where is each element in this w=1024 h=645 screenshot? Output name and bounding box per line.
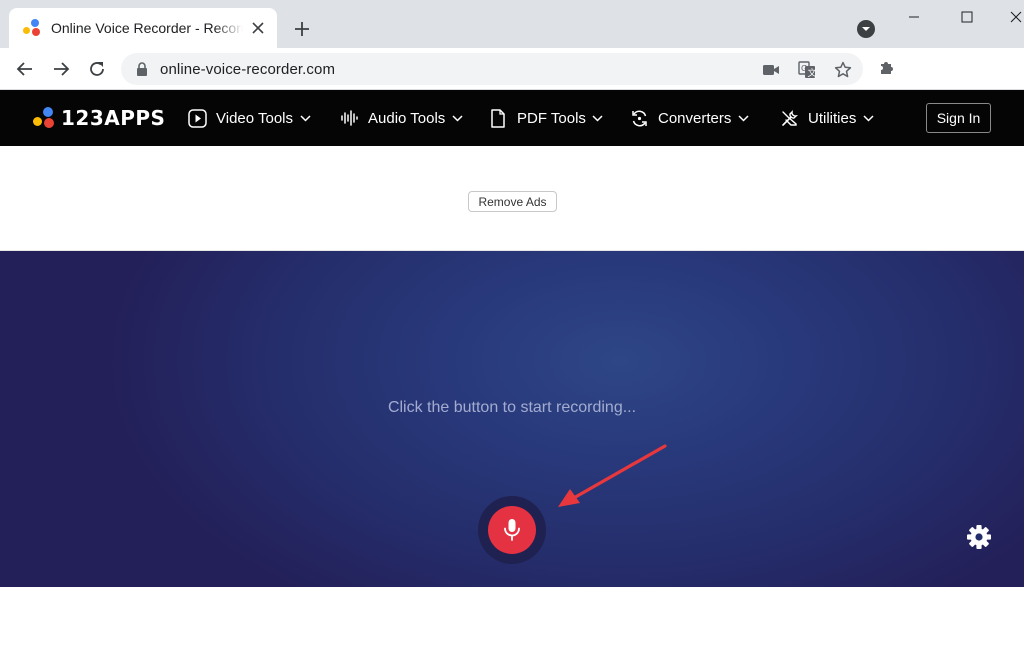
address-bar[interactable]: online-voice-recorder.com 文G (121, 53, 863, 85)
annotation-arrow (558, 444, 667, 507)
extensions-puzzle-icon[interactable] (876, 57, 898, 79)
chevron-down-icon (299, 112, 311, 124)
nav-audio-tools[interactable]: Audio Tools (339, 107, 463, 129)
page-below-fold (0, 587, 1024, 645)
browser-tab-strip: Online Voice Recorder - Record Voice (0, 0, 1024, 48)
tab-title: Online Voice Recorder - Record Voice (51, 20, 243, 36)
waveform-icon (339, 108, 359, 128)
tools-icon (779, 108, 799, 128)
record-button-ring[interactable] (478, 496, 546, 564)
bookmark-star-icon[interactable] (833, 60, 853, 80)
logo-text: 123APPS (61, 106, 166, 130)
document-icon (488, 108, 508, 128)
nav-label: Converters (658, 109, 732, 127)
sign-in-button[interactable]: Sign In (926, 103, 991, 133)
url-text[interactable]: online-voice-recorder.com (160, 61, 335, 78)
recording-hint-text: Click the button to start recording... (387, 399, 637, 416)
nav-label: Utilities (808, 109, 857, 127)
maximize-icon[interactable] (955, 6, 979, 28)
browser-toolbar: online-voice-recorder.com 文G (0, 48, 1024, 90)
close-tab-icon[interactable] (249, 19, 267, 37)
site-logo[interactable]: 123APPS (33, 106, 165, 130)
site-favicon-icon (23, 19, 41, 37)
chevron-down-icon (451, 112, 463, 124)
nav-label: Video Tools (216, 109, 294, 127)
gear-icon[interactable] (965, 523, 993, 551)
nav-video-tools[interactable]: Video Tools (187, 107, 311, 129)
remove-ads-button[interactable]: Remove Ads (468, 191, 557, 212)
back-icon[interactable] (13, 57, 37, 81)
nav-converters[interactable]: Converters (629, 107, 749, 129)
ad-area: Remove Ads (0, 146, 1024, 251)
forward-icon[interactable] (49, 57, 73, 81)
svg-text:文: 文 (808, 67, 817, 79)
convert-icon (629, 108, 649, 128)
site-navbar: 123APPS Video Tools Audio Tools PDF Tool… (0, 90, 1024, 146)
minimize-icon[interactable] (902, 6, 926, 28)
play-icon (187, 108, 207, 128)
tab-search-icon[interactable] (857, 20, 875, 38)
browser-tab[interactable]: Online Voice Recorder - Record Voice (9, 8, 277, 48)
logo-dots-icon (33, 107, 55, 129)
nav-utilities[interactable]: Utilities (779, 107, 874, 129)
chevron-down-icon (862, 112, 874, 124)
chevron-down-icon (592, 112, 604, 124)
translate-icon[interactable]: 文G (797, 60, 817, 80)
chevron-down-icon (737, 112, 749, 124)
svg-text:G: G (801, 64, 807, 73)
nav-pdf-tools[interactable]: PDF Tools (488, 107, 604, 129)
lock-icon[interactable] (135, 61, 149, 77)
nav-label: PDF Tools (517, 109, 586, 127)
recorder-panel: Click the button to start recording... (0, 251, 1024, 587)
new-tab-icon[interactable] (291, 18, 313, 40)
reload-icon[interactable] (85, 57, 109, 81)
microphone-icon (504, 519, 520, 541)
camera-icon[interactable] (761, 60, 781, 80)
nav-label: Audio Tools (368, 109, 446, 127)
record-button[interactable] (488, 506, 536, 554)
close-window-icon[interactable] (1004, 6, 1024, 28)
